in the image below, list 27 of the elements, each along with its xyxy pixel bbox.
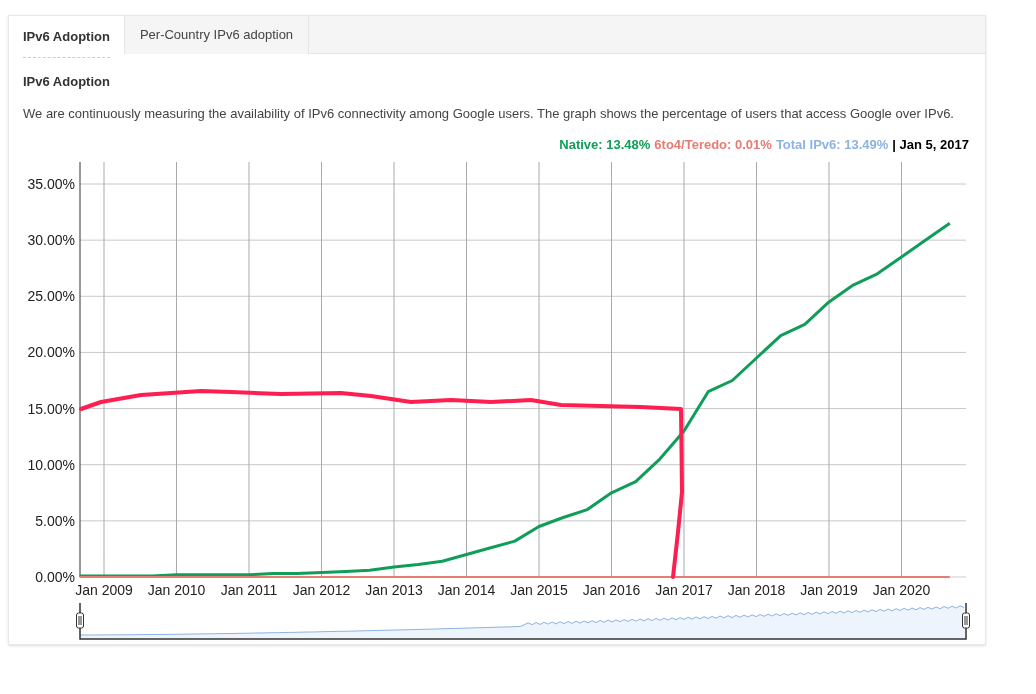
description-text: We are continuously measuring the availability of IPv6 connectivity among Google users. The graph shows the percentage of users that access Google over IPv6.: [23, 104, 955, 123]
x-tick-label: Jan 2017: [655, 581, 713, 598]
y-tick-label: 35.00%: [27, 175, 75, 192]
y-tick-label: 15.00%: [27, 400, 75, 417]
x-tick-label: Jan 2009: [75, 581, 133, 598]
section-heading: IPv6 Adoption: [23, 73, 111, 91]
x-tick-label: Jan 2012: [292, 581, 351, 598]
y-tick-label: 25.00%: [27, 287, 75, 304]
x-tick-label: Jan 2020: [872, 581, 931, 598]
y-tick-label: 0.00%: [35, 568, 75, 585]
x-tick-label: Jan 2014: [437, 581, 496, 598]
y-tick-label: 5.00%: [35, 512, 75, 529]
y-tick-label: 30.00%: [27, 231, 75, 248]
x-tick-label: Jan 2015: [510, 581, 568, 598]
x-tick-label: Jan 2013: [365, 581, 423, 598]
tab[interactable]: Per-Country IPv6 adoption: [124, 16, 310, 54]
legend-text: Total IPv6: 13.49%: [775, 136, 889, 154]
legend-text: 6to4/Teredo: 0.01%: [654, 136, 772, 154]
x-tick-label: Jan 2018: [727, 581, 786, 598]
x-tick-label: Jan 2016: [582, 581, 641, 598]
x-tick-label: Jan 2010: [147, 581, 206, 598]
legend-text: | Jan 5, 2017: [892, 136, 969, 154]
y-tick-label: 20.00%: [27, 343, 75, 360]
x-tick-label: Jan 2011: [220, 581, 278, 598]
legend-text: Native: 13.48%: [559, 136, 651, 154]
y-tick-label: 10.00%: [27, 456, 75, 473]
x-tick-label: Jan 2019: [800, 581, 858, 598]
